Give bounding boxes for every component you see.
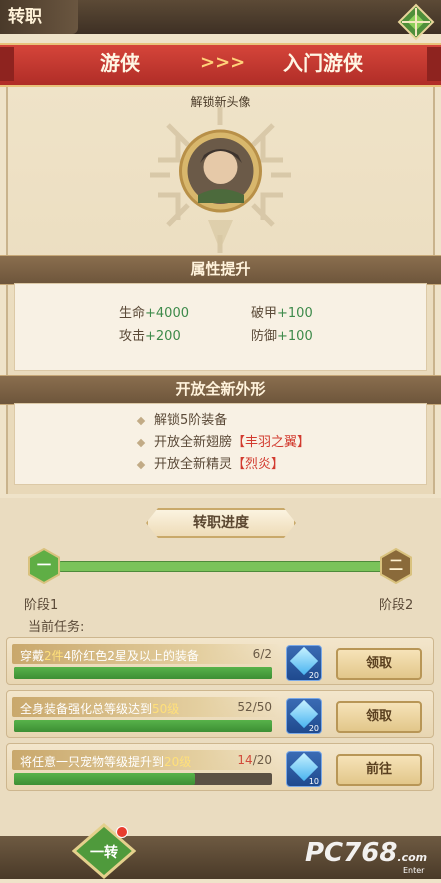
task-description: 全身装备强化总等级达到50级: [20, 700, 179, 717]
tab-first-advance-label: 一转: [90, 845, 118, 861]
feature-item: 开放全新翅膀【丰羽之翼】: [136, 431, 311, 450]
menu-diamond-icon[interactable]: [396, 2, 436, 42]
stat-defense-value: +100: [277, 329, 313, 344]
go-button[interactable]: 前往: [336, 754, 422, 786]
stage2-label: 阶段2: [379, 598, 414, 613]
task-description: 穿戴2件4阶红色2星及以上的装备: [20, 647, 199, 664]
watermark-logo: PC768.com: [305, 838, 427, 868]
progress-track: [58, 561, 386, 572]
page-title: 转职: [0, 0, 78, 34]
task-text-part: 将任意一只宠物等级提升到: [20, 755, 165, 769]
watermark-text: PC768: [305, 838, 398, 868]
stat-armor-break-value: +100: [277, 306, 313, 321]
current-class: 游侠: [100, 51, 140, 75]
task-text-highlight: 50级: [152, 702, 180, 716]
claim-button[interactable]: 领取: [336, 648, 422, 680]
task-text-highlight: 20级: [164, 755, 192, 769]
current-tasks-label: 当前任务:: [28, 620, 85, 635]
task-count: 6/2: [212, 647, 272, 661]
feature-highlight: 【丰羽之翼】: [232, 435, 311, 450]
bullet-diamond-icon: [136, 438, 146, 447]
task-count-done: 14: [237, 753, 253, 767]
avatar-emblem: [148, 105, 293, 255]
stat-hp-name: 生命: [119, 306, 146, 321]
watermark-domain: .com: [397, 851, 428, 864]
task-count: 14/20: [212, 753, 272, 767]
reward-item[interactable]: 20: [286, 645, 322, 681]
feature-text: 开放全新翅膀: [154, 435, 233, 450]
task-count-total: /2: [260, 647, 272, 661]
watermark-sub: Enter: [403, 866, 425, 875]
task-count-total: /20: [252, 753, 272, 767]
task-count-total: /50: [252, 700, 272, 714]
stat-hp-value: +4000: [145, 306, 189, 321]
task-text-part: 4阶红色2星及以上的装备: [63, 649, 199, 663]
task-text-part: 全身装备强化总等级达到: [20, 702, 153, 716]
stage1-node-label: 一: [37, 558, 51, 574]
reward-count: 20: [308, 671, 319, 680]
feature-text: 解锁5阶装备: [154, 413, 228, 428]
stat-hp: 生命+4000: [119, 302, 189, 321]
task-progress-fill: [14, 667, 272, 679]
feature-item: 解锁5阶装备: [136, 409, 228, 428]
notification-dot: [116, 826, 128, 838]
feature-text: 开放全新精灵: [154, 457, 233, 472]
claim-button[interactable]: 领取: [336, 701, 422, 733]
lower-panel: [0, 498, 441, 879]
new-look-title: 开放全新外形: [175, 380, 266, 398]
task-description: 将任意一只宠物等级提升到20级: [20, 753, 191, 770]
stat-armor-break-name: 破甲: [251, 306, 278, 321]
task-progress-fill: [14, 720, 272, 732]
feature-item: 开放全新精灵【烈炎】: [136, 453, 285, 472]
bullet-diamond-icon: [136, 460, 146, 469]
stat-armor-break: 破甲+100: [251, 302, 313, 321]
reward-count: 10: [308, 777, 319, 786]
task-text-highlight: 2件: [44, 649, 64, 663]
task-count-done: 52: [237, 700, 253, 714]
reward-item[interactable]: 10: [286, 751, 322, 787]
attributes-title: 属性提升: [190, 260, 251, 278]
task-text-part: 穿戴: [20, 649, 45, 663]
stat-defense: 防御+100: [251, 325, 313, 344]
next-class: 入门游侠: [283, 51, 363, 75]
reward-item[interactable]: 20: [286, 698, 322, 734]
reward-count: 20: [308, 724, 319, 733]
task-count: 52/50: [212, 700, 272, 714]
arrows: >>>: [200, 52, 246, 73]
task-progress-fill: [14, 773, 195, 785]
banner-right-end: [427, 47, 441, 81]
banner-left-end: [0, 47, 14, 81]
feature-highlight: 【烈炎】: [232, 457, 285, 472]
progress-title: 转职进度: [193, 515, 249, 531]
stat-defense-name: 防御: [251, 329, 278, 344]
stat-attack-name: 攻击: [119, 329, 146, 344]
stage2-node-label: 二: [389, 558, 403, 574]
stat-attack: 攻击+200: [119, 325, 181, 344]
stage1-label: 阶段1: [24, 598, 59, 613]
stat-attack-value: +200: [145, 329, 181, 344]
attributes-box: [14, 283, 427, 371]
bullet-diamond-icon: [136, 416, 146, 425]
